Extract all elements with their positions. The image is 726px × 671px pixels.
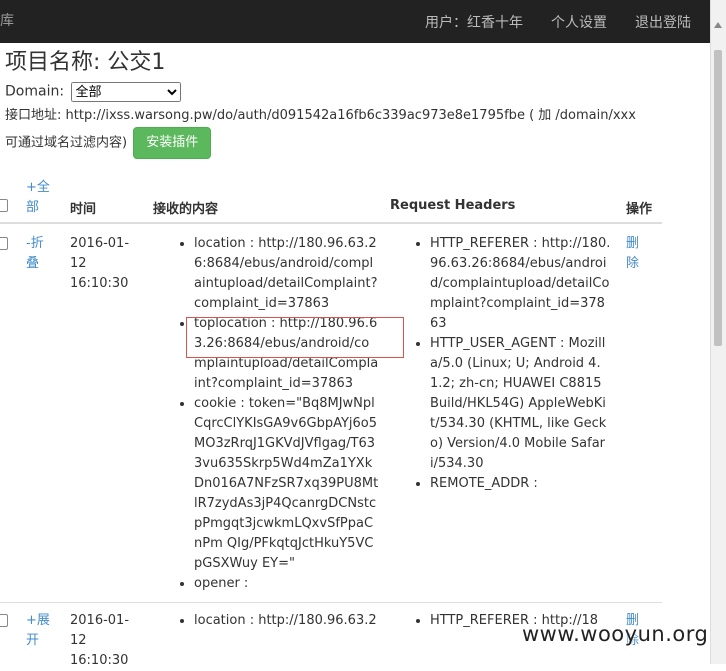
interface-address-text: 接口地址: http://ixss.warsong.pw/do/auth/d09… bbox=[5, 108, 636, 151]
settings-link[interactable]: 个人设置 bbox=[551, 12, 607, 32]
row-checkbox[interactable] bbox=[0, 237, 8, 250]
row-time: 2016-01-12 16:10:30 bbox=[70, 613, 130, 668]
content-item-location: location : http://180.96.63.26:8684/ebus… bbox=[194, 234, 380, 314]
received-content: location : http://180.96.63.26:8684/ebus… bbox=[170, 234, 380, 594]
table-header-divider bbox=[0, 222, 662, 224]
header-item-referer: HTTP_REFERER : http://180.96.63.26:8684/… bbox=[430, 234, 612, 334]
column-header-action: 操作 bbox=[626, 202, 653, 217]
expand-row-link[interactable]: +展开 bbox=[26, 611, 52, 651]
row-checkbox[interactable] bbox=[0, 614, 8, 627]
row-time: 2016-01-12 16:10:30 bbox=[70, 236, 130, 291]
interface-address: 接口地址: http://ixss.warsong.pw/do/auth/d09… bbox=[5, 105, 645, 159]
received-content: location : http://180.96.63.2 bbox=[170, 611, 380, 631]
delete-row-link[interactable]: 删除 bbox=[626, 234, 642, 274]
column-header-content: 接收的内容 bbox=[153, 202, 219, 217]
highlight-box bbox=[186, 317, 404, 358]
logout-link[interactable]: 退出登陆 bbox=[635, 12, 691, 32]
expand-all-link[interactable]: +全部 bbox=[26, 178, 52, 218]
brand-text[interactable]: 库 bbox=[0, 10, 14, 30]
content-item-location: location : http://180.96.63.2 bbox=[194, 611, 380, 631]
collapse-row-link[interactable]: -折叠 bbox=[26, 234, 46, 274]
row-divider bbox=[0, 602, 662, 603]
header-item-user-agent: HTTP_USER_AGENT : Mozilla/5.0 (Linux; U;… bbox=[430, 334, 612, 474]
watermark-text: www.wooyun.org bbox=[522, 622, 709, 646]
domain-filter: Domain: 全部 bbox=[5, 82, 181, 102]
top-navbar: 库 用户：红香十年 个人设置 退出登陆 bbox=[0, 0, 711, 43]
vertical-scrollbar[interactable] bbox=[710, 0, 726, 664]
domain-select[interactable]: 全部 bbox=[70, 82, 181, 102]
scrollbar-thumb[interactable] bbox=[714, 50, 722, 346]
request-headers-content: HTTP_REFERER : http://180.96.63.26:8684/… bbox=[406, 234, 612, 494]
header-item-remote-addr: REMOTE_ADDR : bbox=[430, 474, 612, 494]
content-item-cookie: cookie : token="Bq8MJwNplCqrcClYKIsGA9v6… bbox=[194, 394, 380, 574]
scroll-up-arrow-icon[interactable] bbox=[714, 22, 722, 28]
select-all-checkbox[interactable] bbox=[0, 199, 8, 212]
page-title: 项目名称: 公交1 bbox=[5, 50, 166, 75]
column-header-time: 时间 bbox=[70, 202, 97, 217]
navbar-links: 用户：红香十年 个人设置 退出登陆 bbox=[397, 0, 691, 43]
content-item-opener: opener : bbox=[194, 574, 380, 594]
domain-label: Domain: bbox=[5, 83, 65, 100]
column-header-request-headers: Request Headers bbox=[390, 198, 516, 213]
install-plugin-button[interactable]: 安装插件 bbox=[133, 127, 212, 159]
user-link[interactable]: 用户：红香十年 bbox=[425, 12, 523, 32]
